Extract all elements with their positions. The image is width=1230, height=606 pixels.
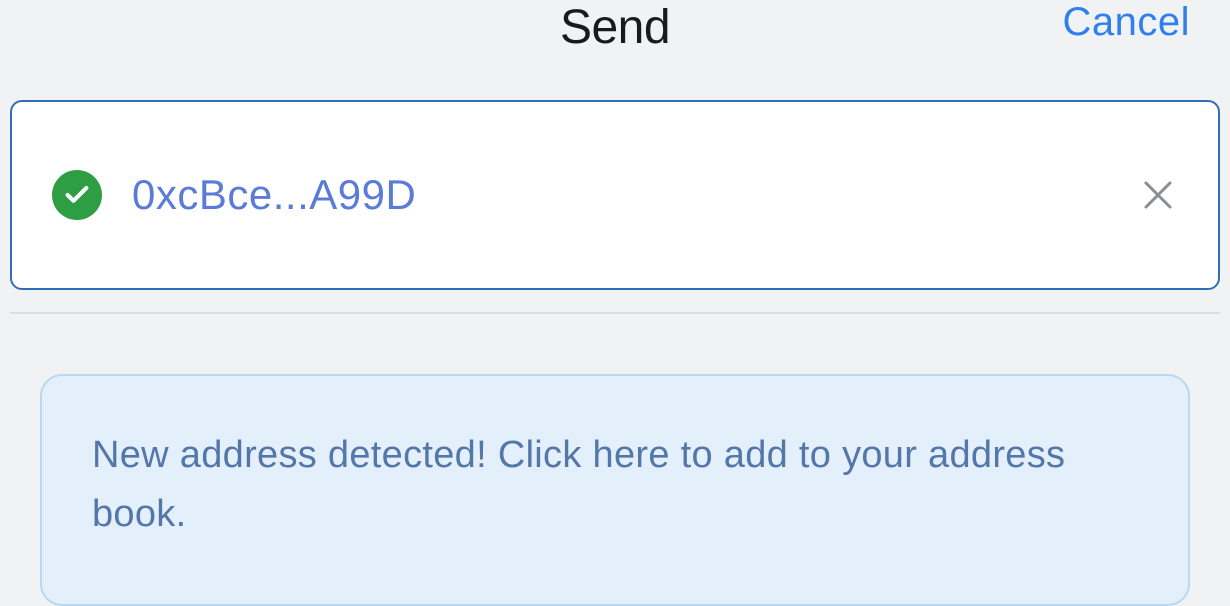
add-to-address-book-notice[interactable]: New address detected! Click here to add …	[40, 374, 1190, 606]
notice-area: New address detected! Click here to add …	[0, 314, 1230, 606]
clear-address-button[interactable]	[1138, 175, 1178, 215]
page-title: Send	[560, 0, 670, 55]
cancel-button[interactable]: Cancel	[1062, 0, 1190, 45]
address-input-box[interactable]: 0xcBce...A99D	[10, 100, 1220, 290]
address-value: 0xcBce...A99D	[132, 171, 1108, 219]
page-header: Send Cancel	[0, 0, 1230, 60]
address-input-area: 0xcBce...A99D	[0, 60, 1230, 290]
notice-text: New address detected! Click here to add …	[92, 426, 1138, 544]
verified-check-icon	[52, 170, 102, 220]
